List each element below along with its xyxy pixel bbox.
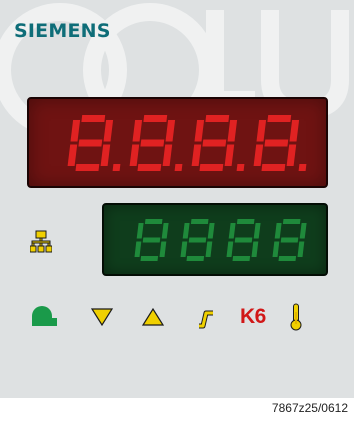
digit-1 <box>67 115 121 171</box>
figure-caption: 7867z25/0612 <box>271 401 348 415</box>
digit-3 <box>226 219 261 261</box>
digit-3 <box>191 115 245 171</box>
main-display-digits <box>67 115 307 171</box>
network-icon <box>30 230 52 253</box>
secondary-display <box>102 203 328 276</box>
digit-2 <box>180 219 215 261</box>
k6-label: K6 <box>240 305 266 328</box>
device-front-panel: SIEMENS K6 <box>0 0 354 398</box>
secondary-display-digits <box>134 219 307 261</box>
digit-4 <box>272 219 307 261</box>
valve-icon <box>32 306 57 326</box>
brand-logo: SIEMENS <box>14 20 111 42</box>
main-display <box>27 97 328 188</box>
triangle-up-icon <box>141 307 165 326</box>
digit-4 <box>253 115 307 171</box>
digit-1 <box>134 219 169 261</box>
thermometer-icon <box>290 303 302 331</box>
digit-2 <box>129 115 183 171</box>
watermark-logo <box>0 3 349 137</box>
triangle-down-icon <box>90 308 114 327</box>
step-icon <box>199 310 213 329</box>
